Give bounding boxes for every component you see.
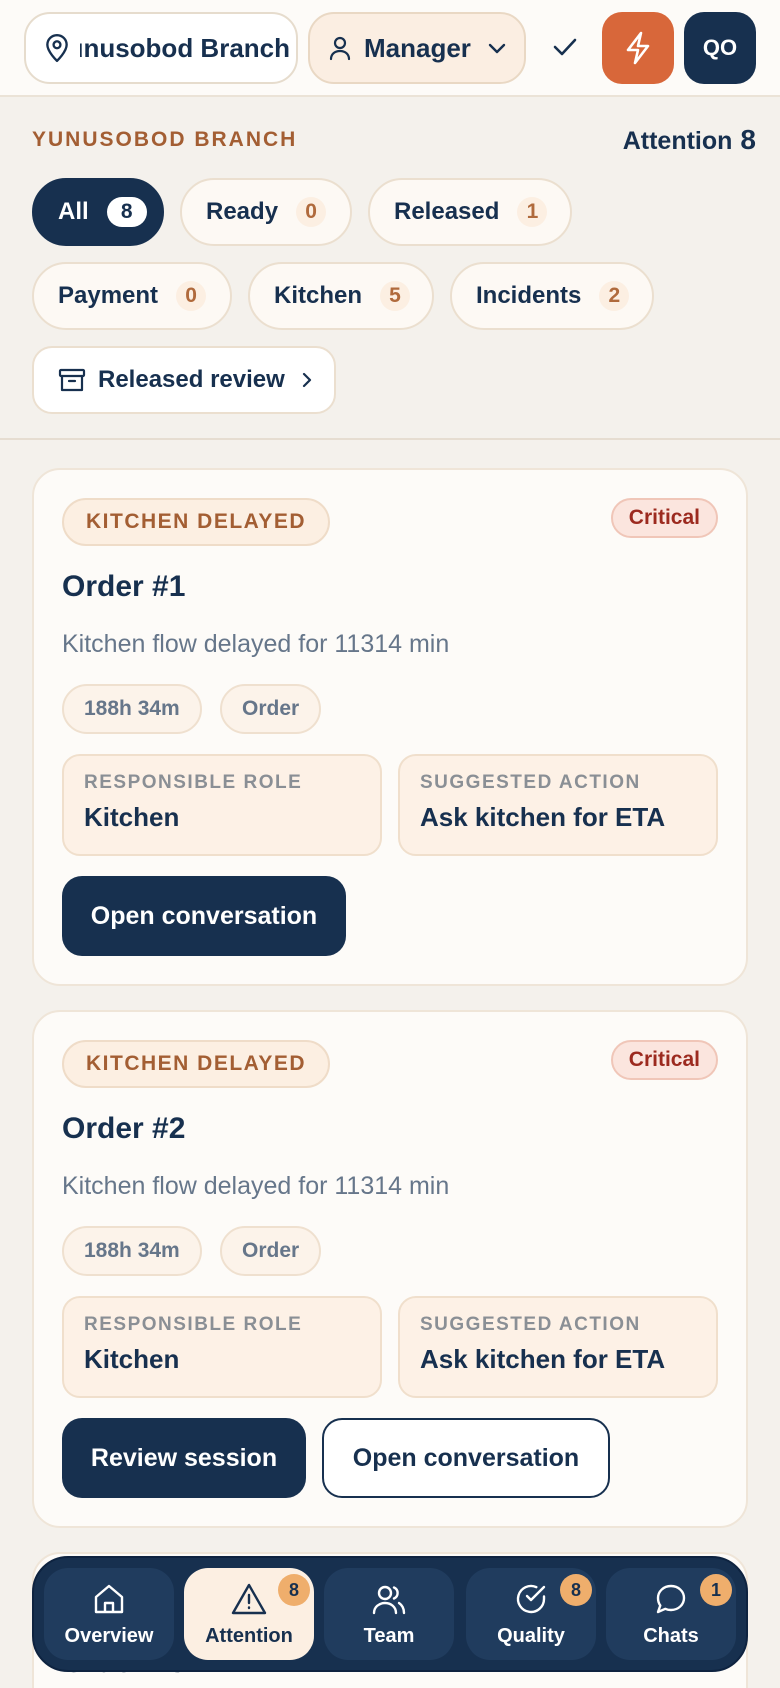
issue-description: Kitchen flow delayed for 11314 min: [62, 630, 450, 658]
duration-chip: 188h 34m: [62, 1226, 202, 1276]
confirm-button[interactable]: [540, 22, 590, 72]
filter-chip-label: Released: [394, 198, 500, 225]
nav-label: Team: [363, 1625, 415, 1647]
branch-selector[interactable]: Yunusobod Branch: [24, 12, 298, 84]
filter-chip-label: Ready: [206, 198, 279, 225]
filter-chip-count: 0: [296, 197, 327, 227]
nav-attention[interactable]: Attention 8: [184, 1568, 314, 1660]
nav-label: Attention: [205, 1625, 293, 1647]
nav-chats[interactable]: Chats 1: [606, 1568, 736, 1660]
suggested-action-box: SUGGESTED ACTION Ask kitchen for ETA: [398, 1296, 718, 1398]
filter-chip-label: Incidents: [476, 282, 582, 309]
issue-tag: KITCHEN DELAYED: [62, 498, 331, 546]
released-review-label: Released review: [98, 366, 285, 393]
checkmark-icon: [553, 38, 577, 56]
users-icon: [371, 1579, 407, 1619]
filter-chip-count: 8: [106, 197, 147, 227]
issue-tag: KITCHEN DELAYED: [62, 1040, 331, 1088]
responsible-role-box: RESPONSIBLE ROLE Kitchen: [62, 754, 382, 856]
filter-chip-count: 0: [176, 281, 207, 311]
attention-summary: Attention 8: [623, 124, 756, 156]
section-divider: [0, 438, 780, 440]
warning-icon: [231, 1579, 267, 1619]
suggested-action-value: Ask kitchen for ETA: [420, 802, 666, 832]
filter-chip-kitchen[interactable]: Kitchen 5: [248, 262, 434, 330]
quick-action-button[interactable]: [602, 12, 674, 84]
home-icon: [92, 1579, 126, 1619]
released-review-button[interactable]: Released review: [32, 346, 336, 414]
open-conversation-button[interactable]: Open conversation: [322, 1418, 610, 1498]
suggested-action-label: SUGGESTED ACTION: [420, 772, 641, 793]
responsible-role-value: Kitchen: [84, 802, 180, 832]
order-title: Order #2: [62, 1112, 186, 1145]
attention-card: KITCHEN DELAYED Critical Order #1 Kitche…: [32, 468, 748, 986]
severity-badge: Critical: [610, 1040, 718, 1080]
nav-badge: 8: [560, 1574, 592, 1606]
avatar[interactable]: QO: [684, 12, 756, 84]
responsible-role-value: Kitchen: [84, 1344, 180, 1374]
nav-overview[interactable]: Overview: [44, 1568, 174, 1660]
filter-chip-count: 1: [517, 197, 548, 227]
filter-chip-label: Payment: [58, 282, 159, 309]
nav-label: Overview: [64, 1625, 154, 1647]
attention-summary-count: 8: [740, 124, 756, 155]
branch-selector-label: Yunusobod Branch: [80, 32, 290, 63]
filter-chip-label: Kitchen: [274, 282, 363, 309]
filter-chip-count: 5: [380, 281, 411, 311]
suggested-action-box: SUGGESTED ACTION Ask kitchen for ETA: [398, 754, 718, 856]
review-session-button[interactable]: Review session: [62, 1418, 306, 1498]
filter-chip-label: All: [58, 198, 89, 225]
user-icon: [329, 36, 351, 61]
chevron-right-icon: [302, 372, 311, 388]
responsible-role-label: RESPONSIBLE ROLE: [84, 772, 303, 793]
severity-badge: Critical: [610, 498, 718, 538]
branch-heading: YUNUSOBOD BRANCH: [32, 128, 298, 151]
attention-card: KITCHEN DELAYED Critical Order #2 Kitche…: [32, 1010, 748, 1528]
location-pin-icon: [46, 33, 68, 63]
section-header: YUNUSOBOD BRANCH Attention 8: [32, 124, 756, 164]
top-bar: Yunusobod Branch Manager QO: [0, 0, 780, 97]
nav-team[interactable]: Team: [324, 1568, 454, 1660]
archive-icon: [58, 368, 86, 392]
filter-chip-payment[interactable]: Payment 0: [32, 262, 232, 330]
lightning-icon: [626, 31, 650, 65]
nav-label: Quality: [497, 1625, 565, 1647]
check-circle-icon: [513, 1579, 549, 1619]
filter-chip-all[interactable]: All 8: [32, 178, 164, 246]
duration-chip: 188h 34m: [62, 684, 202, 734]
order-title: Order #1: [62, 570, 186, 603]
nav-label: Chats: [643, 1625, 699, 1647]
filter-chip-released[interactable]: Released 1: [368, 178, 572, 246]
nav-badge: 1: [700, 1574, 732, 1606]
bottom-navigation: Overview Attention 8 Team Quality 8 Chat…: [32, 1556, 748, 1672]
responsible-role-box: RESPONSIBLE ROLE Kitchen: [62, 1296, 382, 1398]
chat-icon: [654, 1579, 688, 1619]
filter-chip-incidents[interactable]: Incidents 2: [450, 262, 654, 330]
issue-description: Kitchen flow delayed for 11314 min: [62, 1172, 450, 1200]
role-selector-label: Manager: [364, 32, 471, 63]
chevron-down-icon: [488, 43, 506, 54]
attention-summary-label: Attention: [622, 127, 733, 155]
open-conversation-button[interactable]: Open conversation: [62, 876, 346, 956]
nav-badge: 8: [278, 1574, 310, 1606]
type-chip: Order: [220, 684, 322, 734]
type-chip: Order: [220, 1226, 322, 1276]
nav-quality[interactable]: Quality 8: [466, 1568, 596, 1660]
suggested-action-value: Ask kitchen for ETA: [420, 1344, 666, 1374]
responsible-role-label: RESPONSIBLE ROLE: [84, 1314, 303, 1335]
suggested-action-label: SUGGESTED ACTION: [420, 1314, 641, 1335]
filter-chip-ready[interactable]: Ready 0: [180, 178, 352, 246]
filter-chip-count: 2: [599, 281, 630, 311]
role-selector[interactable]: Manager: [308, 12, 526, 84]
